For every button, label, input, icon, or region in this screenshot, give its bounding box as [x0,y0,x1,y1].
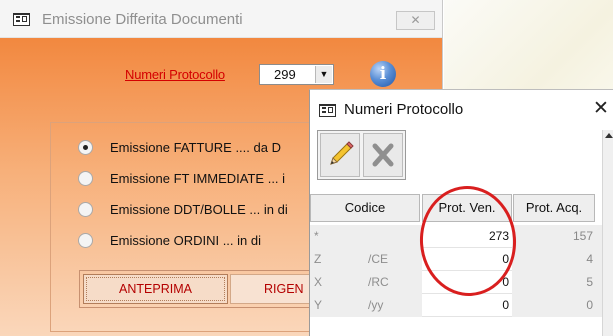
table-row[interactable]: * 273 157 [310,225,602,248]
radio-button[interactable] [78,202,93,217]
numeri-protocollo-dialog: Numeri Protocollo ✕ Codice Prot. Ven. Pr… [309,89,613,336]
cell-code: Z [314,252,322,266]
close-icon: ✕ [410,13,421,27]
cell-prot-ven[interactable]: 0 [422,294,512,317]
cell-prot-acq[interactable]: 0 [513,294,595,317]
delete-button[interactable] [363,133,403,177]
radio-button[interactable] [78,140,93,155]
cell-code: Y [314,298,323,312]
delete-x-icon [372,143,394,167]
protocol-select-value: 299 [274,67,296,82]
cell-prot-ven[interactable]: 0 [422,271,512,294]
radio-button[interactable] [78,171,93,186]
pencil-icon [330,141,354,165]
col-header-codice[interactable]: Codice [310,194,420,222]
edit-button[interactable] [320,133,360,177]
radio-label: Emissione DDT/BOLLE ... in di [110,202,288,217]
vertical-scrollbar[interactable] [602,130,613,336]
table-row[interactable]: X /RC 0 5 [310,271,602,294]
radio-button[interactable] [78,233,93,248]
cell-prot-ven[interactable]: 273 [422,225,512,248]
anteprima-button[interactable]: ANTEPRIMA [83,274,228,304]
dialog-toolbar [317,130,406,180]
cell-suffix: /yy [368,298,384,312]
protocol-select[interactable]: 299 ▼ [259,64,334,85]
cell-suffix: /RC [368,275,389,289]
cell-code: X [314,275,323,289]
col-header-prot-acq[interactable]: Prot. Acq. [513,194,595,222]
cell-suffix: /CE [368,252,389,266]
dialog-title: Numeri Protocollo [344,101,464,118]
rigenera-button[interactable]: RIGEN [230,274,310,304]
cell-code: * [314,229,319,243]
table-row[interactable]: Z /CE 0 4 [310,248,602,271]
cell-suffix [368,225,420,248]
window-title: Emissione Differita Documenti [42,11,243,28]
radio-label: Emissione FATTURE .... da D [110,140,281,155]
table-row[interactable]: Y /yy 0 0 [310,294,602,317]
app-window-icon [319,104,336,117]
window-titlebar: Emissione Differita Documenti ✕ [0,0,442,38]
cell-prot-acq[interactable]: 157 [513,225,595,248]
protocol-grid: Codice Prot. Ven. Prot. Acq. * 273 157 Z… [310,188,602,336]
cell-prot-acq[interactable]: 5 [513,271,595,294]
cell-prot-acq[interactable]: 4 [513,248,595,271]
radio-label: Emissione ORDINI ... in di [110,233,261,248]
chevron-down-icon[interactable]: ▼ [315,66,332,83]
cell-prot-ven[interactable]: 0 [422,248,512,271]
scroll-up-icon[interactable] [605,133,613,138]
col-header-prot-ven[interactable]: Prot. Ven. [422,194,512,222]
app-window-icon [13,13,30,26]
radio-label: Emissione FT IMMEDIATE ... i [110,171,286,186]
close-icon[interactable]: ✕ [593,97,609,120]
numeri-protocollo-link[interactable]: Numeri Protocollo [125,67,225,82]
info-icon[interactable]: i [370,61,396,87]
close-button[interactable]: ✕ [396,11,435,30]
